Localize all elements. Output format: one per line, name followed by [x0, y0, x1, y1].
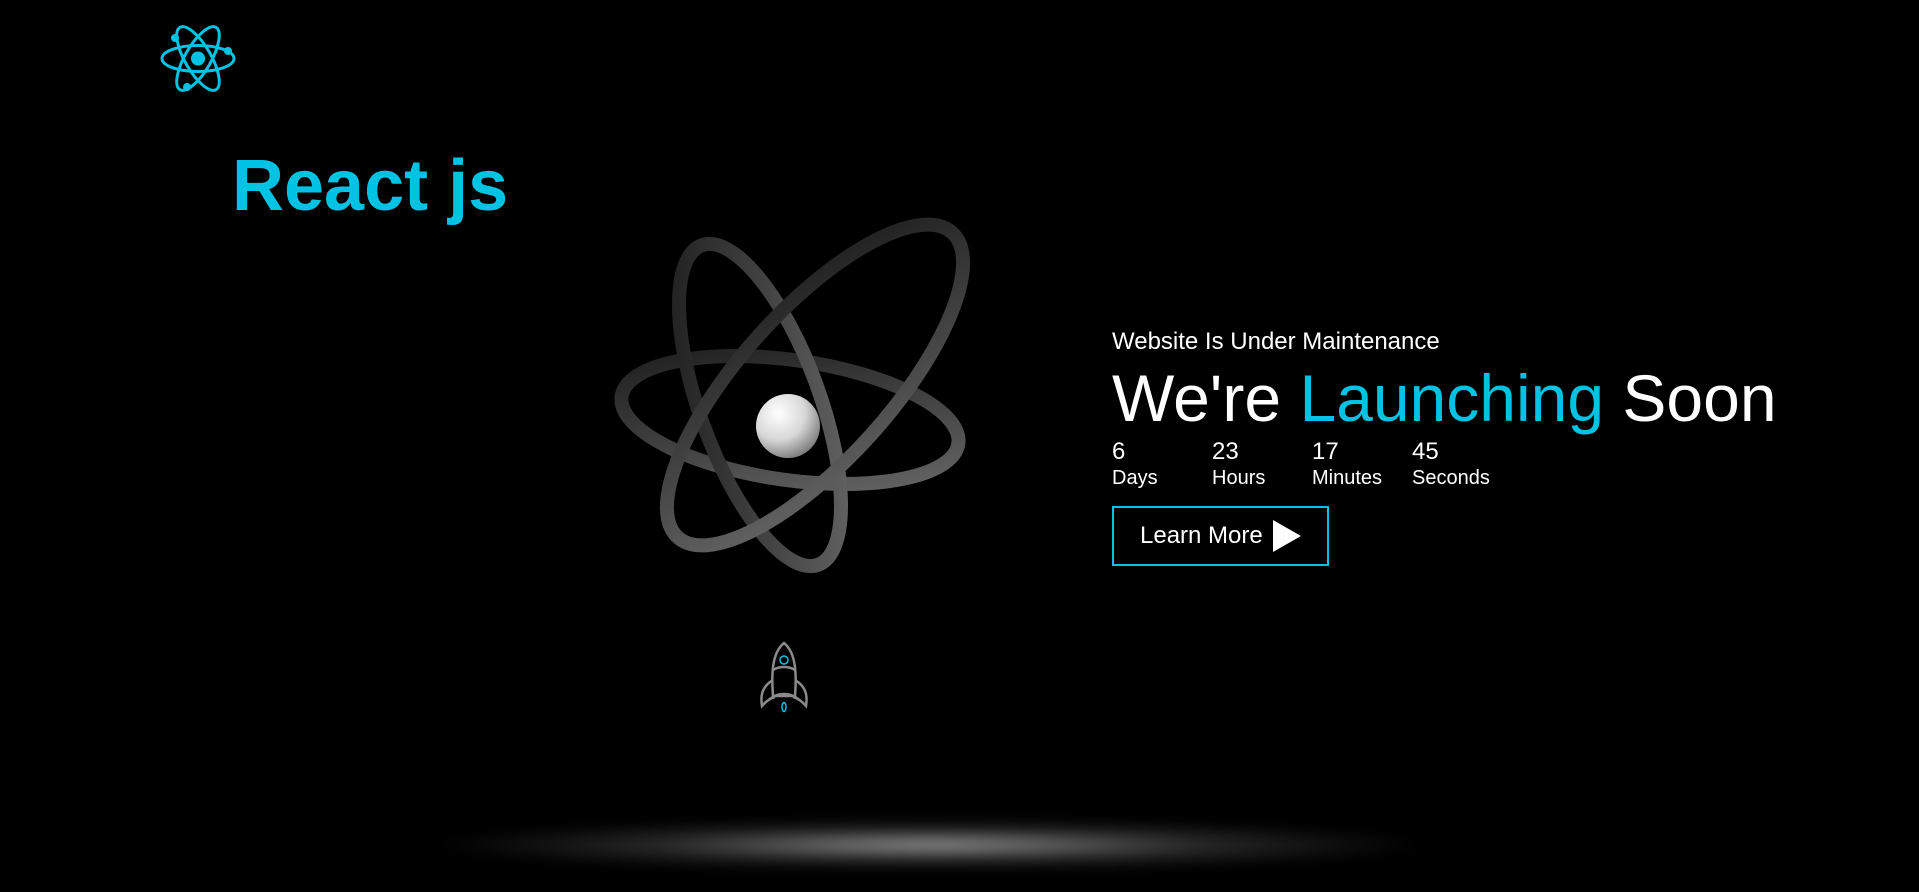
countdown: 6 Days 23 Hours 17 Minutes 45 Seconds	[1112, 438, 1777, 490]
maintenance-page: React js Website Is Under Maintenance We…	[0, 0, 1919, 892]
floor-glow	[440, 820, 1420, 870]
react-atom-icon[interactable]	[160, 17, 236, 100]
countdown-minutes-label: Minutes	[1312, 467, 1383, 489]
maintenance-subtitle: Website Is Under Maintenance	[1112, 328, 1440, 355]
countdown-hours-label: Hours	[1212, 467, 1266, 489]
countdown-days: 6 Days	[1112, 438, 1212, 490]
countdown-days-value: 6	[1112, 438, 1126, 465]
countdown-hours-value: 23	[1212, 438, 1239, 465]
learn-more-label: Learn More	[1140, 522, 1263, 549]
countdown-seconds-label: Seconds	[1412, 467, 1490, 489]
atom-icon	[614, 217, 971, 574]
countdown-minutes-value: 17	[1312, 438, 1339, 465]
maintenance-content: Website Is Under Maintenance We're Launc…	[1112, 326, 1777, 566]
headline-part-2: Soon	[1604, 361, 1777, 435]
launch-headline: We're Launching Soon	[1112, 358, 1777, 438]
brand-title: React js	[232, 146, 509, 226]
countdown-hours: 23 Hours	[1212, 438, 1312, 490]
countdown-seconds: 45 Seconds	[1412, 438, 1512, 490]
headline-part-1: We're	[1112, 361, 1300, 435]
headline-accent: Launching	[1299, 361, 1605, 435]
rocket-icon	[760, 641, 808, 713]
countdown-minutes: 17 Minutes	[1312, 438, 1412, 490]
countdown-seconds-value: 45	[1412, 438, 1439, 465]
learn-more-button[interactable]: Learn More	[1112, 506, 1329, 566]
play-icon	[1272, 520, 1301, 552]
countdown-days-label: Days	[1112, 467, 1158, 489]
